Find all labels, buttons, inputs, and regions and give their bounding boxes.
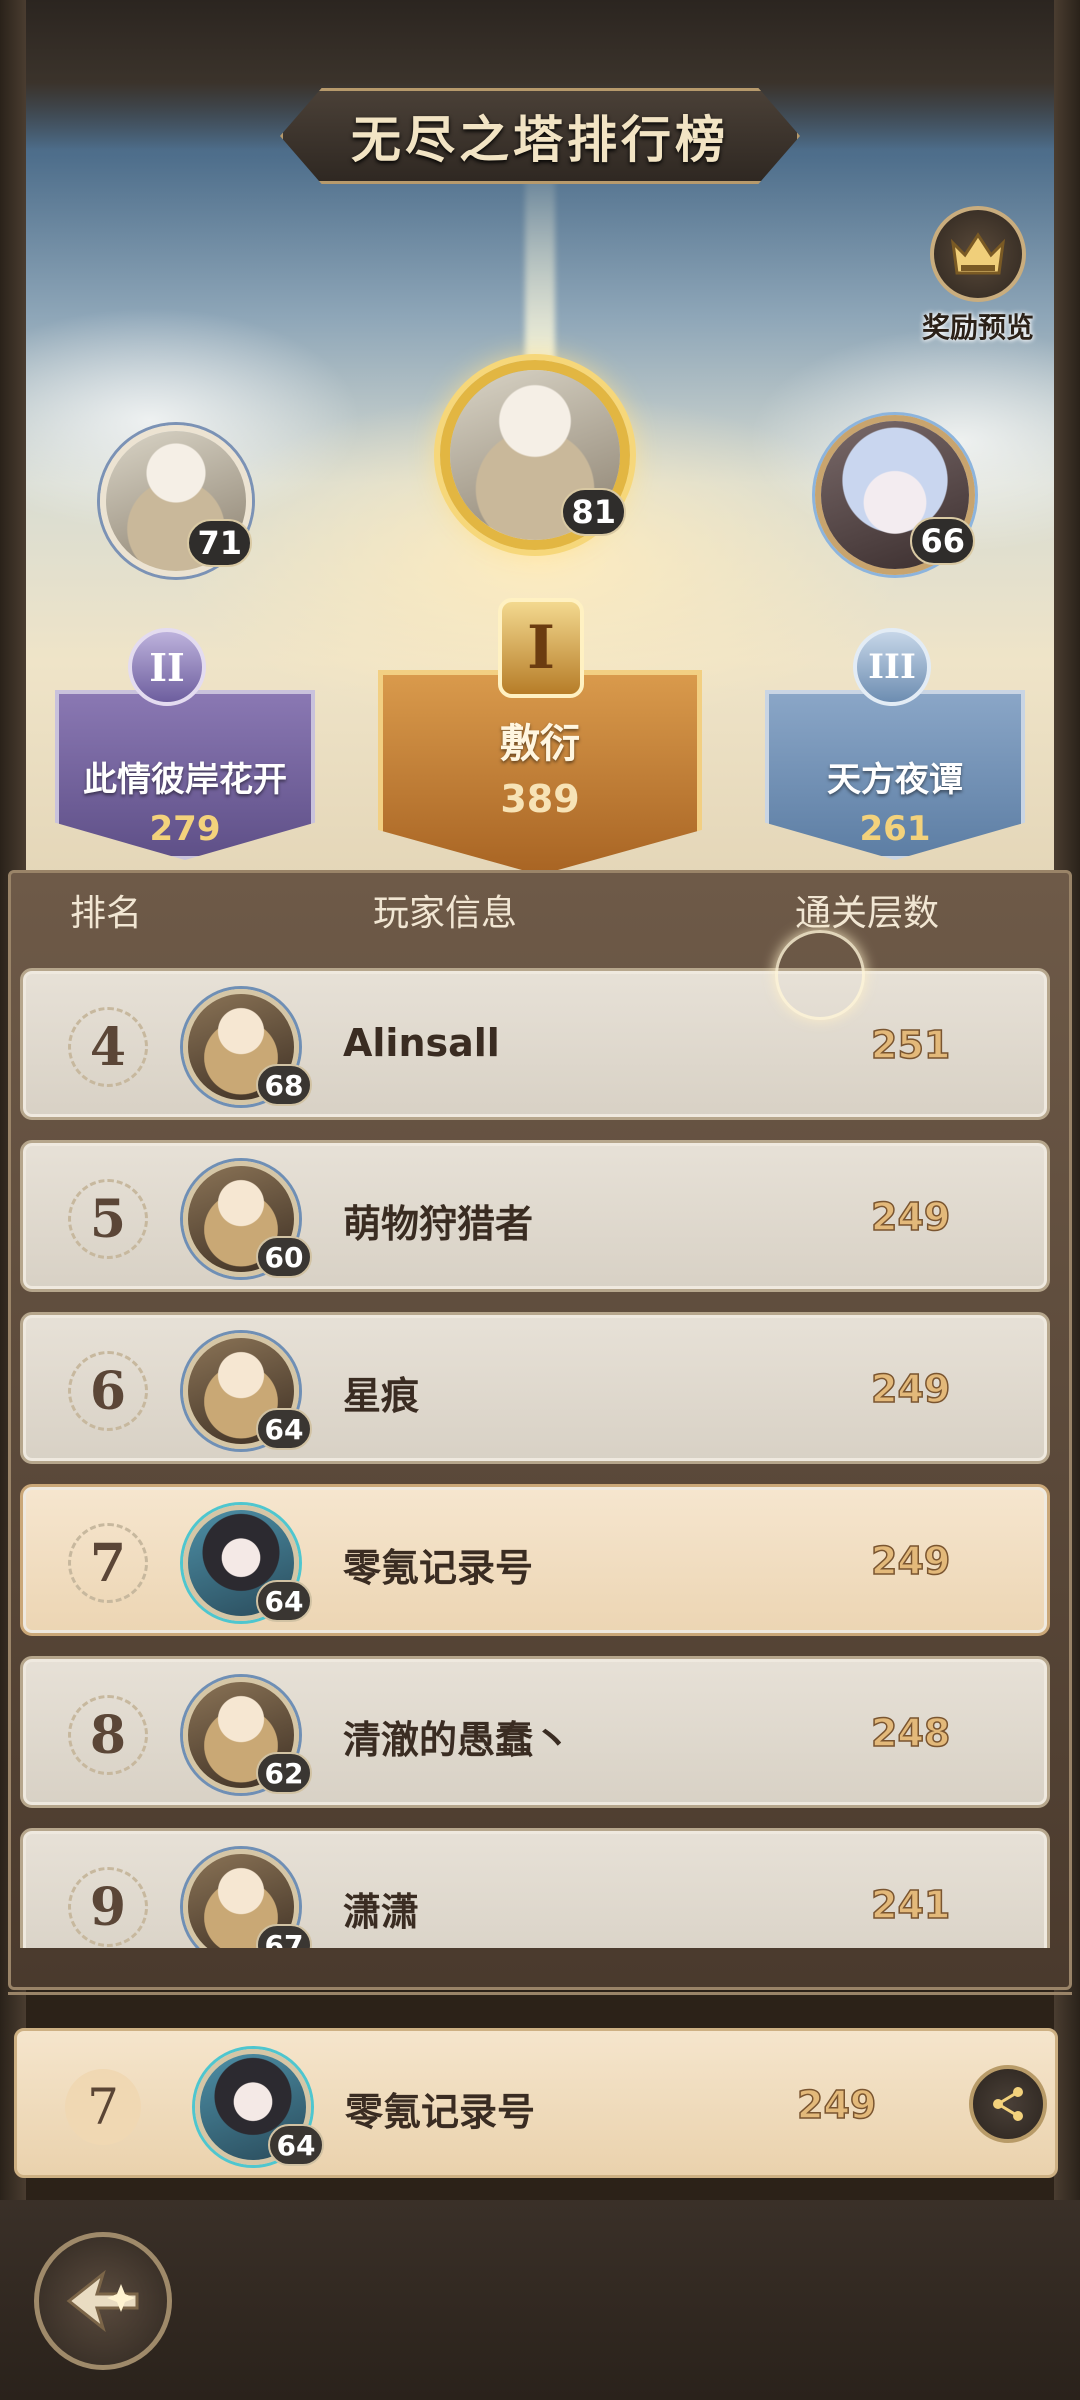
level-badge: 67: [256, 1924, 312, 1948]
podium-name: 此情彼岸花开: [83, 760, 287, 800]
podium-name: 天方夜谭: [827, 760, 963, 800]
reward-preview-label: 奖励预览: [921, 311, 1034, 344]
level-badge: 81: [561, 488, 626, 536]
my-rank-number: 7: [65, 2069, 141, 2145]
header-rank: 排名: [70, 893, 143, 934]
player-name: 零氪记录号: [343, 1546, 534, 1590]
podium-avatar-1st[interactable]: 81: [440, 360, 630, 550]
page-title: 无尽之塔排行榜: [351, 110, 729, 169]
floor-count: 241: [870, 1882, 951, 1928]
level-badge: 68: [256, 1064, 312, 1106]
player-name: Alinsall: [343, 1021, 500, 1065]
avatar[interactable]: 64: [183, 1333, 312, 1450]
level-badge: 60: [256, 1236, 312, 1278]
share-icon: [993, 2087, 1023, 2121]
table-row[interactable]: 5 60 萌物狩猎者 249: [20, 1140, 1050, 1292]
podium-avatar-2nd[interactable]: 71: [100, 425, 252, 577]
floor-count: 251: [870, 1022, 951, 1068]
avatar[interactable]: 67: [183, 1849, 312, 1948]
floor-count: 249: [870, 1366, 951, 1412]
podium-score: 261: [859, 809, 931, 849]
player-name: 清澈的愚蠢丶: [343, 1718, 572, 1762]
my-rank-bar: 7 64 零氪记录号 249: [14, 2028, 1058, 2178]
rank-badge-3rd: III: [853, 628, 931, 706]
player-name: 潇潇: [343, 1890, 420, 1934]
ranking-list[interactable]: 4 68 Alinsall 251 5 60 萌物狩猎者 249 6 64 星痕…: [20, 968, 1060, 1948]
podium-score: 279: [149, 809, 221, 849]
my-avatar[interactable]: 64: [195, 2049, 324, 2166]
reward-preview-button[interactable]: 奖励预览: [912, 206, 1044, 346]
rank-number: 5: [68, 1179, 148, 1259]
rank-number: 9: [68, 1867, 148, 1947]
level-badge: 62: [256, 1752, 312, 1794]
floor-count: 249: [870, 1538, 951, 1584]
rank-number: 8: [68, 1695, 148, 1775]
avatar[interactable]: 62: [183, 1677, 312, 1794]
rank-number: 6: [68, 1351, 148, 1431]
table-row[interactable]: 4 68 Alinsall 251: [20, 968, 1050, 1120]
floor-count: 249: [870, 1194, 951, 1240]
floor-count: 248: [870, 1710, 951, 1756]
my-player-name: 零氪记录号: [345, 2090, 536, 2134]
header-floors: 通关层数: [795, 893, 940, 934]
sparkle-effect: [775, 930, 865, 1020]
podium-name: 敷衍: [500, 721, 580, 767]
table-row[interactable]: 8 62 清澈的愚蠢丶 248: [20, 1656, 1050, 1808]
player-name: 星痕: [343, 1374, 420, 1418]
crown-chest-icon: [930, 206, 1026, 302]
level-badge: 64: [256, 1408, 312, 1450]
rank-badge-2nd: II: [128, 628, 206, 706]
table-row-current-player[interactable]: 7 64 零氪记录号 249: [20, 1484, 1050, 1636]
share-button[interactable]: [969, 2065, 1047, 2143]
back-button[interactable]: [34, 2232, 172, 2370]
player-name: 萌物狩猎者: [343, 1202, 534, 1246]
rank-number: 4: [68, 1007, 148, 1087]
title-plate: 无尽之塔排行榜: [280, 88, 800, 184]
divider: [8, 1992, 1072, 2002]
my-floor-count: 249: [796, 2082, 877, 2128]
avatar[interactable]: 64: [183, 1505, 312, 1622]
level-badge: 71: [187, 519, 252, 567]
avatar[interactable]: 60: [183, 1161, 312, 1278]
level-badge: 66: [910, 517, 975, 565]
table-row[interactable]: 6 64 星痕 249: [20, 1312, 1050, 1464]
rank-number: 7: [68, 1523, 148, 1603]
table-header: 排名 玩家信息 通关层数: [8, 870, 1072, 950]
avatar[interactable]: 68: [183, 989, 312, 1106]
level-badge: 64: [256, 1580, 312, 1622]
back-arrow-icon: [66, 2269, 139, 2333]
rank-badge-1st: I: [498, 598, 584, 698]
podium-score: 389: [500, 777, 580, 821]
table-row[interactable]: 9 67 潇潇 241: [20, 1828, 1050, 1948]
level-badge: 64: [268, 2124, 324, 2166]
header-player-info: 玩家信息: [373, 893, 518, 934]
podium-avatar-3rd[interactable]: 66: [815, 415, 975, 575]
